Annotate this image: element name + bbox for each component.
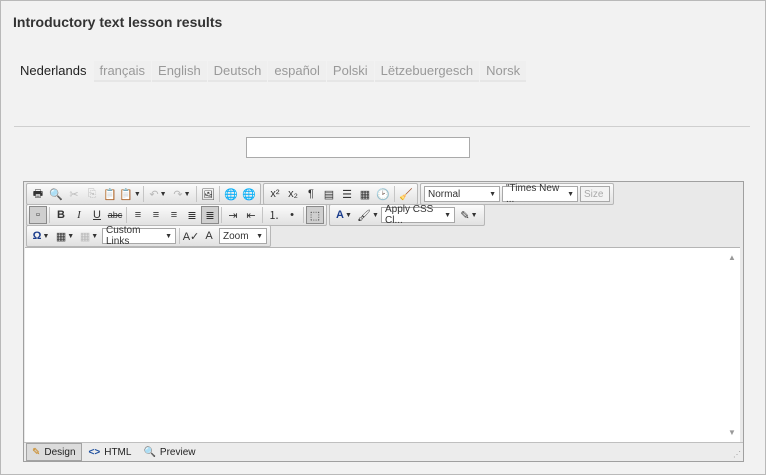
tab-francais[interactable]: français: [93, 61, 152, 82]
font-size-select[interactable]: Size: [580, 186, 610, 202]
editor-scrollbar[interactable]: ▲ ▼: [725, 248, 740, 442]
custom-links-select[interactable]: Custom Links ▼: [102, 225, 176, 247]
editor-content-area[interactable]: ▲ ▼: [25, 247, 740, 442]
toolbar-group-color: A ▼ 🖌 ▼ Apply CSS Cl... ▼ ✎ ▼: [329, 204, 485, 226]
insert-table-icon[interactable]: ▦ ▼: [53, 227, 77, 245]
hyperlink-icon[interactable]: 🌐: [222, 185, 240, 203]
page-title: Introductory text lesson results: [13, 14, 223, 30]
zoom-select[interactable]: Zoom ▼: [219, 228, 267, 244]
separator: [143, 186, 144, 202]
mode-design-label: Design: [44, 446, 76, 458]
subscript-icon[interactable]: x₂: [284, 185, 302, 203]
align-center-icon[interactable]: ≡: [147, 206, 165, 224]
tab-english[interactable]: English: [152, 61, 207, 82]
align-left-icon[interactable]: ≡: [129, 206, 147, 224]
insert-date-icon[interactable]: ▦: [356, 185, 374, 203]
title-input[interactable]: [246, 137, 470, 158]
paste-icon[interactable]: 📋: [101, 185, 119, 203]
toolbar-group-insert: x² x₂ ¶ ▤ ☰ ▦ 🕑 🧹: [263, 183, 418, 205]
toggle-table-border-icon[interactable]: ▫: [29, 206, 47, 224]
italic-icon[interactable]: I: [70, 206, 88, 224]
special-characters-icon[interactable]: Ω ▼: [29, 227, 53, 245]
align-right-icon[interactable]: ≡: [165, 206, 183, 224]
form-element-icon[interactable]: ☰: [338, 185, 356, 203]
magnifier-icon: 🔍: [143, 446, 156, 458]
css-class-select[interactable]: Apply CSS Cl... ▼: [381, 204, 455, 226]
insert-time-icon[interactable]: 🕑: [374, 185, 392, 203]
tab-nederlands[interactable]: Nederlands: [14, 61, 93, 82]
toolbar-row-3: Ω ▼ ▦ ▼ ▦ ▼ Custom Links ▼ A✓ A Zoom ▼: [26, 225, 273, 247]
insert-snippet-icon[interactable]: ▤: [320, 185, 338, 203]
scroll-up-icon[interactable]: ▲: [728, 253, 736, 262]
mode-preview-button[interactable]: 🔍 Preview: [138, 444, 200, 460]
justify-icon[interactable]: ≣: [183, 206, 201, 224]
format-stripper-icon[interactable]: 🧹: [397, 185, 415, 203]
scroll-down-icon[interactable]: ▼: [728, 428, 736, 437]
strikethrough-icon[interactable]: abc: [106, 206, 124, 224]
select-all-icon[interactable]: ⬚: [306, 206, 324, 224]
tab-deutsch[interactable]: Deutsch: [207, 61, 268, 82]
mode-design-button[interactable]: ✎ Design: [26, 443, 82, 461]
cut-icon[interactable]: ✂: [65, 185, 83, 203]
back-color-icon[interactable]: 🖌 ▼: [356, 206, 380, 224]
redo-icon[interactable]: ↷ ▼: [170, 185, 194, 203]
toolbar-group-edit: 🖶 🔍 ✂ ⎘ 📋 📋 ▼ ↶ ▼ ↷ ▼ 🖼 🌐 🌐: [26, 183, 261, 205]
toolbar-group-font: Normal ▼ "Times New ... ▼ Size: [420, 183, 614, 205]
outdent-icon[interactable]: ⇤: [242, 206, 260, 224]
rich-text-editor: 🖶 🔍 ✂ ⎘ 📋 📋 ▼ ↶ ▼ ↷ ▼ 🖼 🌐 🌐 x² x₂ ¶ ▤ ☰ ▦ 🕑…: [23, 181, 744, 462]
toolbar-group-misc: Ω ▼ ▦ ▼ ▦ ▼ Custom Links ▼ A✓ A Zoom ▼: [26, 225, 271, 247]
bold-icon[interactable]: B: [52, 206, 70, 224]
separator: [303, 207, 304, 223]
tab-norsk[interactable]: Norsk: [480, 61, 527, 82]
format-painter-icon[interactable]: ✎ ▼: [456, 206, 482, 224]
copy-icon[interactable]: ⎘: [83, 185, 101, 203]
table-properties-icon[interactable]: ▦ ▼: [77, 227, 101, 245]
mode-html-button[interactable]: <> HTML: [84, 444, 137, 460]
mode-preview-label: Preview: [159, 446, 196, 458]
separator: [126, 207, 127, 223]
paragraph-icon[interactable]: ¶: [302, 185, 320, 203]
tab-polski[interactable]: Polski: [326, 61, 374, 82]
mode-html-label: HTML: [104, 446, 132, 458]
divider: [14, 126, 750, 127]
separator: [49, 207, 50, 223]
toolbar-row-1: 🖶 🔍 ✂ ⎘ 📋 📋 ▼ ↶ ▼ ↷ ▼ 🖼 🌐 🌐 x² x₂ ¶ ▤ ☰ ▦ 🕑…: [26, 183, 616, 205]
bullet-list-icon[interactable]: •: [283, 206, 301, 224]
resize-grip-icon[interactable]: ⋰: [733, 450, 741, 459]
numbered-list-icon[interactable]: ⒈: [265, 206, 283, 224]
clear-format-icon[interactable]: A: [200, 227, 218, 245]
paste-options-icon[interactable]: 📋 ▼: [119, 185, 141, 203]
paragraph-format-select[interactable]: Normal ▼: [424, 186, 500, 202]
justify-none-icon[interactable]: ≣: [201, 206, 219, 224]
remove-link-icon[interactable]: 🌐: [240, 185, 258, 203]
separator: [221, 207, 222, 223]
indent-icon[interactable]: ⇥: [224, 206, 242, 224]
find-icon[interactable]: 🔍: [47, 185, 65, 203]
separator: [394, 186, 395, 202]
separator: [179, 228, 180, 244]
underline-icon[interactable]: U: [88, 206, 106, 224]
separator: [219, 186, 220, 202]
code-icon: <>: [88, 446, 101, 458]
print-icon[interactable]: 🖶: [29, 185, 47, 203]
superscript-icon[interactable]: x²: [266, 185, 284, 203]
spell-check-icon[interactable]: A✓: [182, 227, 200, 245]
fore-color-icon[interactable]: A ▼: [332, 206, 356, 224]
undo-icon[interactable]: ↶ ▼: [146, 185, 170, 203]
separator: [262, 207, 263, 223]
editor-mode-bar: ✎ Design <> HTML 🔍 Preview ⋰: [24, 442, 743, 461]
language-tabs: Nederlands français English Deutsch espa…: [14, 61, 527, 82]
toolbar-row-2: ▫ B I U abc ≡ ≡ ≡ ≣ ≣ ⇥ ⇤ ⒈ • ⬚ A ▼ 🖌 ▼ Ap…: [26, 204, 487, 226]
font-name-select[interactable]: "Times New ... ▼: [502, 183, 578, 205]
tab-letzebuergesch[interactable]: Lëtzebuergesch: [374, 61, 480, 82]
separator: [196, 186, 197, 202]
pencil-icon: ✎: [32, 446, 41, 458]
tab-espanol[interactable]: español: [268, 61, 326, 82]
toolbar-group-format: ▫ B I U abc ≡ ≡ ≡ ≣ ≣ ⇥ ⇤ ⒈ • ⬚: [26, 204, 327, 226]
image-manager-icon[interactable]: 🖼: [199, 185, 217, 203]
